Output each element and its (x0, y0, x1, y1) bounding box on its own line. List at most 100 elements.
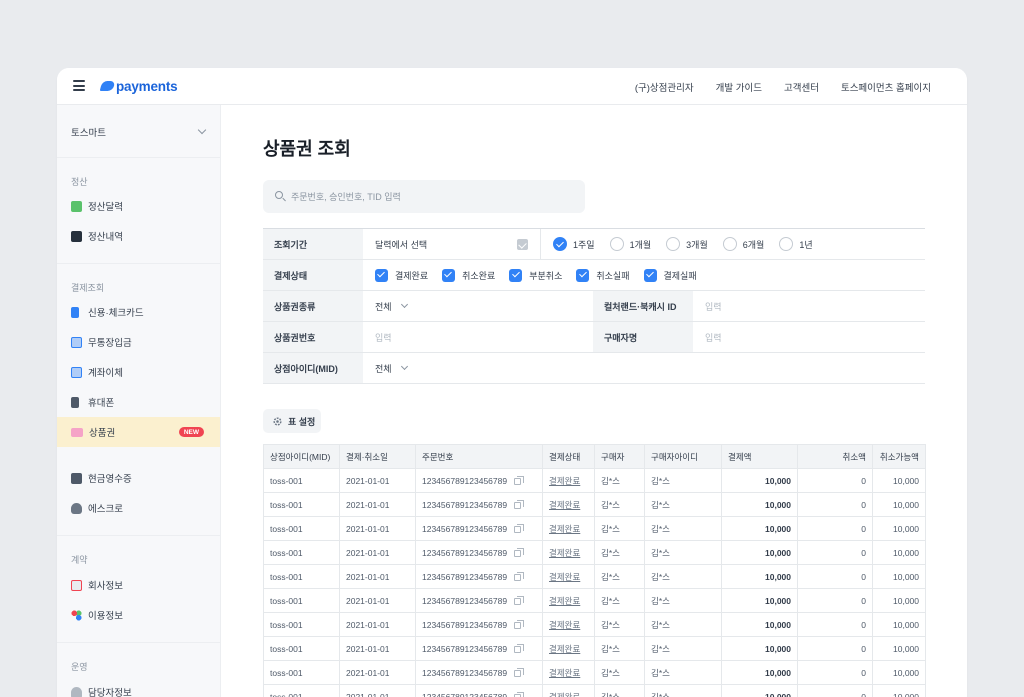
gift-card-table: 상점아이디(MID) 결제·취소일 주문번호 결제상태 구매자 구매자아이디 결… (263, 444, 926, 697)
radio-1week[interactable]: 1주일 (553, 237, 595, 251)
table-row[interactable]: toss-001 2021-01-01 123456789123456789 결제완료… (263, 516, 926, 541)
column-header[interactable]: 구매자아이디 (644, 444, 722, 469)
mid-select[interactable]: 전체 (363, 353, 408, 383)
nav-customer-center[interactable]: 고객센터 (784, 80, 819, 94)
date-picker[interactable]: 달력에서 선택 (363, 229, 540, 259)
sidebar-item-card[interactable]: 신용·체크카드 (57, 297, 220, 327)
column-header[interactable]: 취소가능액 (872, 444, 926, 469)
calendar-check-icon[interactable] (517, 238, 528, 250)
cell-status[interactable]: 결제완료 (542, 540, 595, 565)
radio-1month[interactable]: 1개월 (609, 237, 651, 251)
copy-icon[interactable] (514, 475, 525, 485)
sidebar-item-escrow[interactable]: 에스크로 (57, 493, 220, 523)
cell-status[interactable]: 결제완료 (542, 492, 595, 517)
copy-icon[interactable] (514, 619, 525, 629)
cell-buyer-text: 김*스 (601, 499, 620, 510)
gift-card-number-input[interactable]: 입력 (363, 322, 593, 352)
sidebar-item-usage-info[interactable]: 이용정보 (57, 600, 220, 630)
table-row[interactable]: toss-001 2021-01-01 123456789123456789 결제완료… (263, 468, 926, 493)
cell-cancel-amount-text: 0 (861, 475, 866, 486)
brand-id-input[interactable]: 입력 (693, 291, 722, 321)
copy-icon[interactable] (514, 691, 525, 697)
store-selector[interactable]: 토스마트 (71, 125, 207, 139)
cell-status[interactable]: 결제완료 (542, 660, 595, 685)
divider (57, 263, 220, 264)
cell-mid: toss-001 (263, 492, 340, 517)
cell-amount: 10,000 (721, 492, 798, 517)
table-row[interactable]: toss-001 2021-01-01 123456789123456789 결제완료… (263, 588, 926, 613)
sidebar-item-bank-deposit[interactable]: 무통장입금 (57, 327, 220, 357)
checkbox-payment-failed[interactable]: 결제실패 (643, 268, 697, 282)
checkbox-partial-cancel[interactable]: 부분취소 (509, 268, 562, 282)
buyer-name-input[interactable]: 입력 (693, 322, 722, 352)
radio-3months[interactable]: 3개월 (666, 237, 708, 251)
radio-6months[interactable]: 6개월 (722, 237, 764, 251)
cell-order-number-text: 123456789123456789 (422, 595, 508, 606)
table-settings-button[interactable]: 표 설정 (263, 409, 321, 433)
checkbox-cancel-failed[interactable]: 취소실패 (576, 268, 630, 282)
filter-table: 조회기간 달력에서 선택 1주일 1개월 3개월 6개월 1년 결제상태 결제완… (263, 228, 925, 384)
sidebar-item-company-info[interactable]: 회사정보 (57, 570, 220, 600)
search-input[interactable] (291, 180, 581, 213)
sidebar-item-gift-card[interactable]: 상품권 NEW (57, 417, 220, 447)
status-checkbox-group: 결제완료 취소완료 부분취소 취소실패 결제실패 (363, 260, 697, 290)
table-row[interactable]: toss-001 2021-01-01 123456789123456789 결제완료… (263, 660, 926, 685)
cell-mid-text: toss-001 (270, 547, 303, 558)
cell-date: 2021-01-01 (339, 492, 416, 517)
radio-1year[interactable]: 1년 (779, 237, 813, 251)
cell-status[interactable]: 결제완료 (542, 636, 595, 661)
cell-order-number: 123456789123456789 (415, 636, 543, 661)
cell-status[interactable]: 결제완료 (542, 684, 595, 697)
cell-date: 2021-01-01 (339, 540, 416, 565)
sidebar-item-settlement-calendar[interactable]: 정산달력 (57, 191, 220, 221)
cell-status-text: 결제완료 (549, 523, 581, 534)
menu-icon[interactable] (73, 80, 85, 91)
cell-cancel-amount: 0 (797, 588, 873, 613)
copy-icon[interactable] (514, 571, 525, 581)
radio-checked-icon (553, 237, 567, 251)
cell-cancelable-amount: 10,000 (872, 588, 926, 613)
logo[interactable]: payments (99, 78, 178, 94)
copy-icon[interactable] (514, 499, 525, 509)
column-header[interactable]: 결제·취소일 (339, 444, 416, 469)
sidebar-item-cash-receipt[interactable]: 현금영수증 (57, 463, 220, 493)
cell-status[interactable]: 결제완료 (542, 588, 595, 613)
nav-dev-guide[interactable]: 개발 가이드 (716, 80, 762, 94)
checkbox-cancelled[interactable]: 취소완료 (442, 268, 495, 282)
copy-icon[interactable] (514, 667, 525, 677)
copy-icon[interactable] (514, 523, 525, 533)
cell-buyer: 김*스 (594, 660, 645, 685)
column-header[interactable]: 주문번호 (415, 444, 543, 469)
nav-legacy-admin[interactable]: (구)상점관리자 (635, 80, 694, 94)
table-row[interactable]: toss-001 2021-01-01 123456789123456789 결제완료… (263, 492, 926, 517)
sidebar-item-settlement-history[interactable]: 정산내역 (57, 221, 220, 251)
gift-card-type-select[interactable]: 전체 (363, 291, 593, 321)
column-header[interactable]: 취소액 (797, 444, 873, 469)
cell-status[interactable]: 결제완료 (542, 612, 595, 637)
copy-icon[interactable] (514, 643, 525, 653)
column-header[interactable]: 결제액 (721, 444, 798, 469)
cell-status[interactable]: 결제완료 (542, 468, 595, 493)
sidebar-item-transfer[interactable]: 계좌이체 (57, 357, 220, 387)
table-row[interactable]: toss-001 2021-01-01 123456789123456789 결제완료… (263, 636, 926, 661)
column-header[interactable]: 결제상태 (542, 444, 595, 469)
search-box[interactable] (263, 180, 585, 213)
column-header[interactable]: 구매자 (594, 444, 645, 469)
table-row[interactable]: toss-001 2021-01-01 123456789123456789 결제완료… (263, 540, 926, 565)
cell-status[interactable]: 결제완료 (542, 516, 595, 541)
cell-buyer-id: 김*스 (644, 564, 722, 589)
cell-buyer-id-text: 김*스 (651, 619, 670, 630)
cell-status-text: 결제완료 (549, 595, 581, 606)
checkbox-paid[interactable]: 결제완료 (375, 268, 428, 282)
column-header[interactable]: 상점아이디(MID) (263, 444, 340, 469)
table-row[interactable]: toss-001 2021-01-01 123456789123456789 결제완료… (263, 612, 926, 637)
cell-mid: toss-001 (263, 684, 340, 697)
sidebar-item-manager-info[interactable]: 담당자정보 (57, 677, 220, 697)
table-row[interactable]: toss-001 2021-01-01 123456789123456789 결제완료… (263, 684, 926, 697)
copy-icon[interactable] (514, 595, 525, 605)
sidebar-item-phone[interactable]: 휴대폰 (57, 387, 220, 417)
table-row[interactable]: toss-001 2021-01-01 123456789123456789 결제완료… (263, 564, 926, 589)
cell-status[interactable]: 결제완료 (542, 564, 595, 589)
nav-homepage[interactable]: 토스페이먼츠 홈페이지 (841, 80, 931, 94)
copy-icon[interactable] (514, 547, 525, 557)
